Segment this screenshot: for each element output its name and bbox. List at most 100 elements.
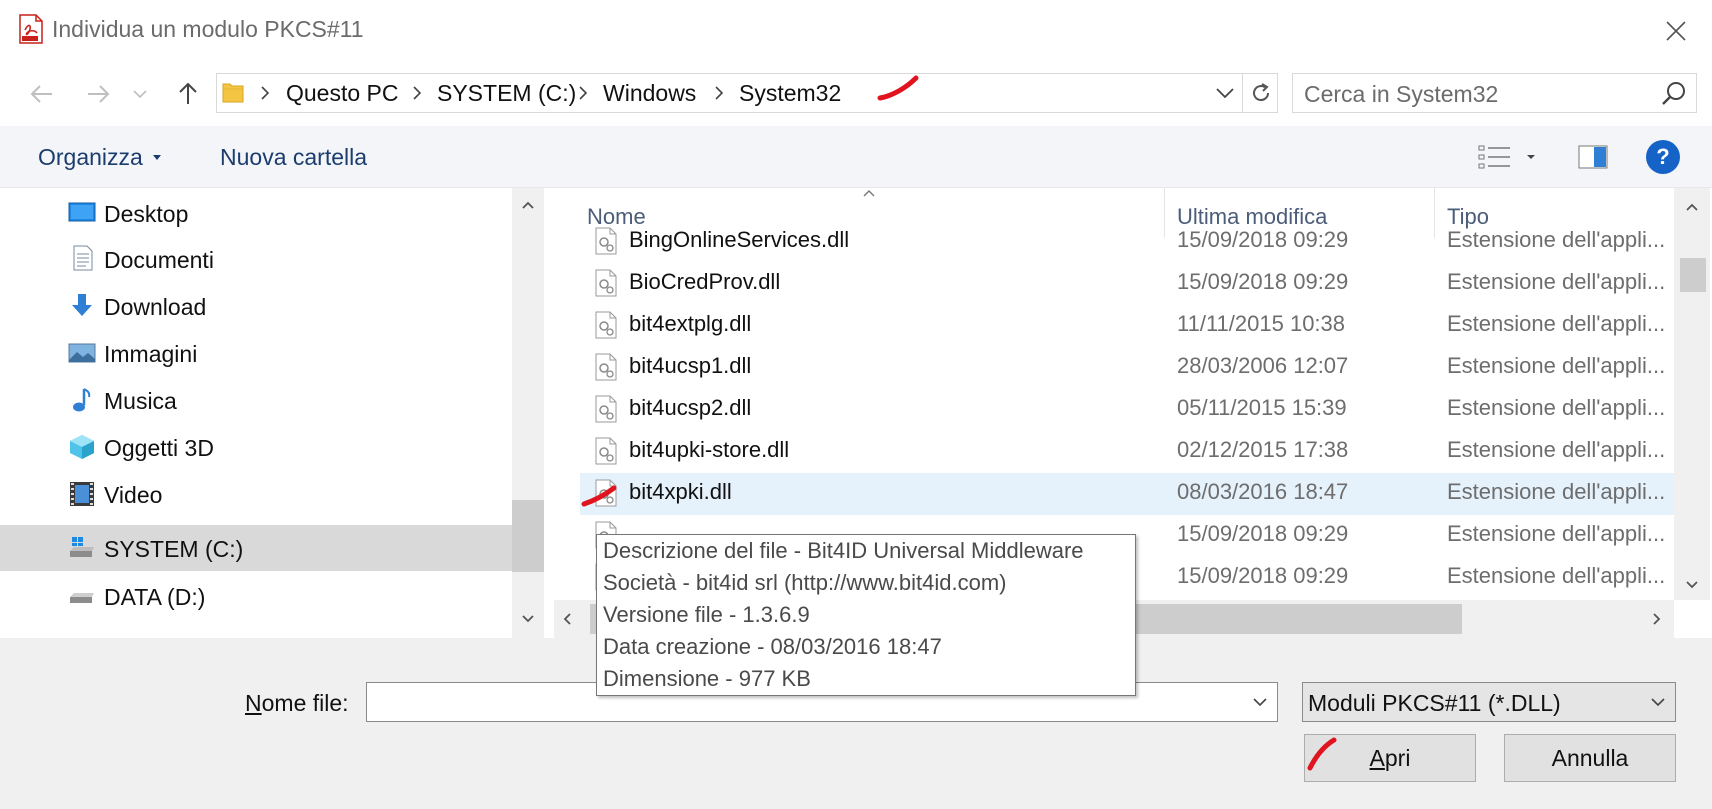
tree-item-label: Video (104, 482, 163, 508)
scroll-right-icon[interactable] (1652, 612, 1662, 626)
organize-menu[interactable]: Organizza (38, 144, 143, 171)
search-icon[interactable] (1660, 80, 1688, 108)
file-type-cell: Estensione dell'appli... (1447, 563, 1666, 588)
caret-down-icon[interactable] (1524, 150, 1538, 164)
window-title: Individua un modulo PKCS#11 (52, 16, 364, 42)
tooltip-created: Data creazione - 08/03/2016 18:47 (603, 634, 942, 659)
open-button-accelerator: A (1369, 744, 1385, 771)
tooltip-description: Descrizione del file - Bit4ID Universal … (603, 538, 1084, 563)
data-drive-icon (70, 593, 94, 603)
file-list-vertical-scrollbar[interactable] (1674, 188, 1710, 600)
file-name-cell: bit4ucsp1.dll (629, 353, 752, 378)
tree-item-label: SYSTEM (C:) (104, 536, 244, 562)
breadcrumb-system-drive[interactable]: SYSTEM (C:) (437, 80, 576, 107)
forward-button[interactable] (80, 76, 116, 112)
chevron-down-icon (133, 90, 147, 99)
objects3d-icon (70, 435, 94, 459)
new-folder-button[interactable]: Nuova cartella (220, 144, 367, 171)
file-name-cell: BioCredProv.dll (629, 269, 781, 294)
file-name-label-text: ome file: (261, 690, 349, 716)
scroll-down-icon[interactable] (521, 614, 535, 624)
chevron-right-icon (579, 86, 588, 100)
dll-file-icon (595, 269, 617, 297)
music-icon (73, 388, 91, 412)
view-details-icon[interactable] (1478, 144, 1512, 170)
file-name-cell: bit4extplg.dll (629, 311, 752, 336)
tree-item-label: Immagini (104, 341, 198, 367)
file-modified-cell: 15/09/2018 09:29 (1177, 521, 1349, 546)
refresh-button[interactable] (1242, 74, 1278, 112)
scroll-down-icon[interactable] (1685, 580, 1699, 590)
preview-pane-icon[interactable] (1578, 144, 1608, 170)
file-name-label-accelerator: N (245, 690, 262, 716)
close-icon (1666, 21, 1686, 41)
arrow-up-icon (179, 82, 197, 104)
documents-icon (73, 245, 93, 271)
file-name-label: Nome file: (245, 690, 349, 717)
file-name-cell: BingOnlineServices.dll (629, 227, 850, 252)
tree-item-label: Musica (104, 388, 177, 414)
tree-item-label: Download (104, 294, 207, 320)
refresh-icon (1252, 83, 1269, 102)
file-name-cell: bit4upki-store.dll (629, 437, 790, 462)
arrow-right-icon (88, 85, 110, 103)
scroll-up-icon[interactable] (1685, 202, 1699, 212)
file-type-cell: Estensione dell'appli... (1447, 311, 1666, 336)
tooltip-company: Società - bit4id srl (http://www.bit4id.… (603, 570, 1007, 595)
file-modified-cell: 15/09/2018 09:29 (1177, 227, 1349, 252)
scroll-up-icon[interactable] (521, 200, 535, 210)
file-type-cell: Estensione dell'appli... (1447, 227, 1666, 252)
help-icon[interactable]: ? (1646, 140, 1680, 174)
dll-file-icon (595, 353, 617, 381)
file-type-cell: Estensione dell'appli... (1447, 521, 1666, 546)
dll-file-icon (595, 395, 617, 423)
file-type-selected: Moduli PKCS#11 (*.DLL) (1308, 690, 1561, 716)
search-input[interactable] (1304, 80, 1644, 108)
chevron-down-icon[interactable] (1252, 694, 1268, 710)
dll-file-icon (595, 437, 617, 465)
recent-locations-button[interactable] (128, 76, 152, 112)
tree-item-label: Desktop (104, 201, 189, 227)
file-modified-cell: 28/03/2006 12:07 (1177, 353, 1349, 378)
chevron-down-icon (1216, 88, 1234, 99)
file-type-cell: Estensione dell'appli... (1447, 395, 1666, 420)
open-button[interactable]: Apri (1304, 734, 1476, 782)
tree-item-label: Documenti (104, 247, 214, 273)
pdf-icon (19, 14, 43, 44)
scroll-left-icon[interactable] (562, 612, 572, 626)
breadcrumb-system32[interactable]: System32 (739, 80, 841, 107)
close-button[interactable] (1652, 12, 1700, 50)
file-name-cell: bit4xpki.dll (629, 479, 732, 504)
file-modified-cell: 05/11/2015 15:39 (1177, 395, 1347, 420)
tree-scrollbar-thumb[interactable] (512, 500, 544, 572)
file-modified-cell: 15/09/2018 09:29 (1177, 269, 1349, 294)
pictures-icon (68, 343, 96, 363)
vertical-scrollbar-thumb[interactable] (1680, 258, 1706, 292)
file-type-cell: Estensione dell'appli... (1447, 479, 1666, 504)
tooltip-version: Versione file - 1.3.6.9 (603, 602, 810, 627)
chevron-down-icon (1651, 698, 1665, 707)
sort-ascending-icon (863, 190, 875, 197)
back-button[interactable] (24, 76, 60, 112)
file-modified-cell: 15/09/2018 09:29 (1177, 563, 1349, 588)
breadcrumb-this-pc[interactable]: Questo PC (286, 80, 399, 107)
dll-file-icon (595, 227, 617, 255)
file-modified-cell: 08/03/2016 18:47 (1177, 479, 1349, 504)
dll-file-icon (595, 479, 617, 507)
breadcrumb-windows[interactable]: Windows (603, 80, 696, 107)
system-drive-icon (70, 537, 94, 557)
download-icon (72, 294, 92, 316)
folder-icon (222, 83, 244, 103)
address-history-button[interactable] (1212, 78, 1238, 108)
up-button[interactable] (170, 76, 206, 112)
file-modified-cell: 11/11/2015 10:38 (1177, 311, 1346, 336)
arrow-left-icon (30, 85, 52, 103)
file-modified-cell: 02/12/2015 17:38 (1177, 437, 1349, 462)
chevron-right-icon (261, 86, 270, 100)
file-name-cell: bit4ucsp2.dll (629, 395, 752, 420)
chevron-right-icon (715, 86, 724, 100)
dll-file-icon (595, 311, 617, 339)
cancel-button[interactable]: Annulla (1504, 734, 1676, 782)
file-type-cell: Estensione dell'appli... (1447, 353, 1666, 378)
file-type-cell: Estensione dell'appli... (1447, 437, 1666, 462)
